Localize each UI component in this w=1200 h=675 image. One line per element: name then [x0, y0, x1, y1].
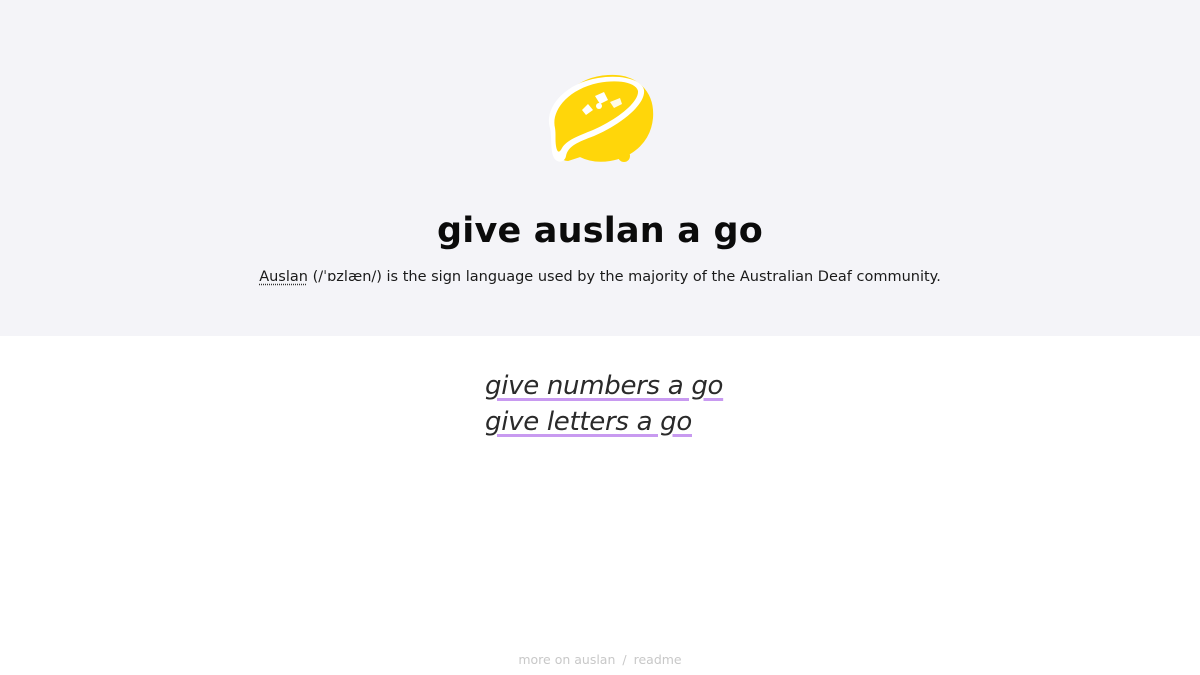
footer-separator: / [622, 652, 627, 667]
more-on-auslan-link[interactable]: more on auslan [518, 652, 615, 667]
give-letters-link[interactable]: give letters a go [485, 404, 692, 440]
readme-link[interactable]: readme [634, 652, 682, 667]
page-title: give auslan a go [437, 211, 763, 251]
auslan-abbreviation[interactable]: Auslan [259, 269, 308, 285]
lemon-icon [548, 74, 654, 162]
activity-links: give numbers a go give letters a go [485, 368, 885, 440]
give-numbers-link[interactable]: give numbers a go [485, 368, 723, 404]
page-description: Auslan (/ˈɒzlæn/) is the sign language u… [0, 266, 1200, 288]
hero-section: give auslan a go Auslan (/ˈɒzlæn/) is th… [0, 0, 1200, 336]
description-text: (/ˈɒzlæn/) is the sign language used by … [307, 269, 941, 285]
footer: more on auslan / readme [0, 652, 1200, 667]
